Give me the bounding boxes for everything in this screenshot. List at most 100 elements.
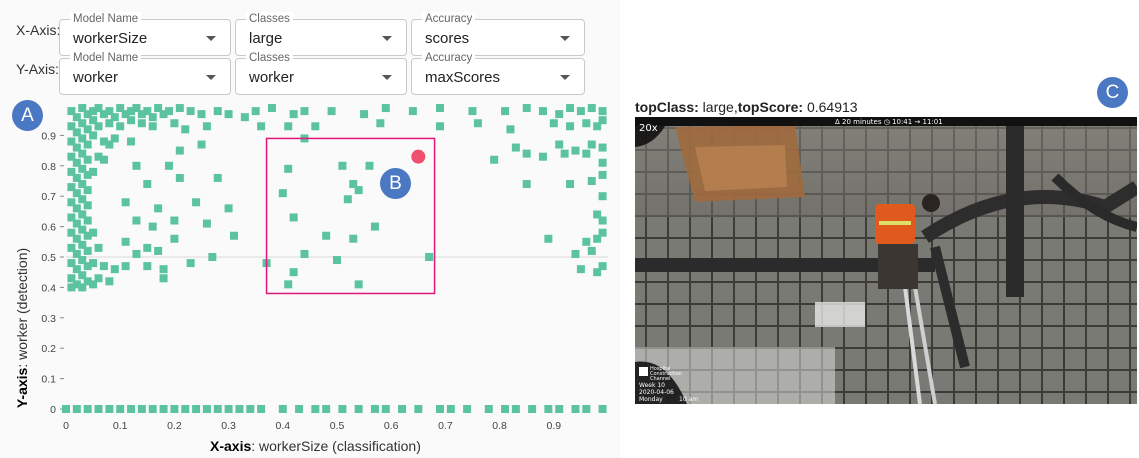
plot-axes: 0 0.1 0.2 0.3 0.4 0.5 0.6 0.7 0.8 0.9 0 0.1 0.2 0.3 0.… [41, 130, 608, 432]
y-model-name-value: worker [73, 69, 119, 86]
data-point [170, 234, 179, 243]
y-axis-title-rest: : worker (detection) [14, 247, 30, 368]
data-point [127, 405, 136, 413]
highlighted-point [411, 149, 426, 164]
data-point [560, 149, 569, 158]
data-point [251, 107, 260, 116]
x-model-name-legend: Model Name [70, 12, 142, 26]
data-point [538, 107, 547, 116]
y-model-name-select[interactable]: Model Name worker [59, 51, 231, 95]
data-point [170, 216, 179, 225]
data-point [365, 161, 374, 170]
data-point [132, 249, 141, 258]
x-accuracy-value: scores [425, 30, 470, 47]
data-point [598, 262, 607, 271]
y-tick-label: 0.1 [41, 374, 56, 386]
top-score-value: 0.64913 [803, 99, 858, 115]
data-point [213, 405, 222, 413]
overlay-day: Monday [639, 396, 663, 403]
data-point [202, 405, 211, 413]
construction-camera-image: Δ 20 minutes ◷ 10:41 → 11:01 20x Hospita… [635, 117, 1137, 404]
x-axis-title: X-axis: workerSize (classification) [210, 438, 421, 454]
data-point [83, 186, 92, 195]
data-point [202, 122, 211, 131]
x-accuracy-legend: Accuracy [422, 12, 476, 26]
data-point [598, 158, 607, 167]
data-point [175, 146, 184, 155]
chevron-down-icon [206, 75, 216, 80]
data-point [89, 259, 98, 268]
x-classes-value: large [249, 30, 283, 47]
data-point [159, 274, 168, 283]
data-point [154, 246, 163, 255]
data-point [83, 155, 92, 164]
data-point [143, 243, 152, 252]
data-point [83, 246, 92, 255]
chevron-down-icon [382, 75, 392, 80]
x-model-name-value: workerSize [73, 30, 148, 47]
x-tick-label: 0.7 [438, 420, 453, 432]
data-point [582, 149, 591, 158]
chevron-down-icon [560, 36, 570, 41]
data-point [116, 122, 125, 131]
y-accuracy-select[interactable]: Accuracy maxScores [411, 51, 585, 95]
data-point [587, 177, 596, 185]
x-axis-title-rest: : workerSize (classification) [251, 438, 421, 454]
data-point [267, 104, 276, 113]
top-class-info: topClass: large,topScore: 0.64913 [635, 99, 858, 115]
data-point [257, 122, 266, 131]
data-point [164, 107, 173, 116]
x-tick-label: 0.9 [546, 420, 561, 432]
data-point [186, 259, 195, 268]
data-point [148, 405, 157, 413]
data-point [598, 216, 607, 225]
data-point [338, 405, 347, 413]
data-point [587, 104, 596, 113]
data-point [576, 265, 585, 274]
x-tick-label: 0.6 [384, 420, 399, 432]
data-point [435, 405, 444, 413]
data-point [121, 198, 130, 207]
x-classes-legend: Classes [246, 12, 293, 26]
data-point [202, 219, 211, 228]
top-class-value: large, [698, 99, 738, 115]
data-point [240, 113, 249, 122]
data-point [235, 405, 244, 413]
x-tick-label: 0.1 [113, 420, 128, 432]
data-point [83, 405, 92, 413]
data-point [528, 405, 537, 413]
data-point [511, 143, 520, 152]
construction-scene: Δ 20 minutes ◷ 10:41 → 11:01 20x Hospita… [635, 117, 1137, 404]
data-point [154, 204, 163, 213]
data-point [598, 143, 607, 152]
y-classes-select[interactable]: Classes worker [235, 51, 407, 95]
data-point [181, 405, 190, 413]
data-point [327, 107, 336, 116]
data-point [538, 152, 547, 161]
data-point [322, 405, 331, 413]
scatter-plot[interactable]: 0 0.1 0.2 0.3 0.4 0.5 0.6 0.7 0.8 0.9 0 0.1 0.2 0.3 0.… [0, 95, 620, 440]
data-point [94, 243, 103, 252]
data-point [354, 405, 363, 413]
data-point [89, 228, 98, 237]
x-tick-label: 0.5 [330, 420, 345, 432]
data-point [598, 405, 607, 413]
data-point [425, 253, 434, 261]
y-axis-title: Y-axis: worker (detection) [14, 248, 30, 408]
data-point [224, 110, 233, 119]
data-point [143, 262, 152, 271]
data-point [116, 405, 125, 413]
x-tick-label: 0.2 [167, 420, 182, 432]
data-point [72, 405, 81, 413]
data-point [127, 137, 136, 146]
data-point [213, 107, 222, 116]
y-model-name-legend: Model Name [70, 51, 142, 65]
data-point [598, 116, 607, 125]
data-point [555, 405, 564, 413]
data-point [170, 119, 179, 128]
data-point [360, 110, 369, 119]
data-point [555, 140, 564, 149]
data-point [94, 405, 103, 413]
data-point [148, 222, 157, 231]
data-point [522, 104, 531, 113]
